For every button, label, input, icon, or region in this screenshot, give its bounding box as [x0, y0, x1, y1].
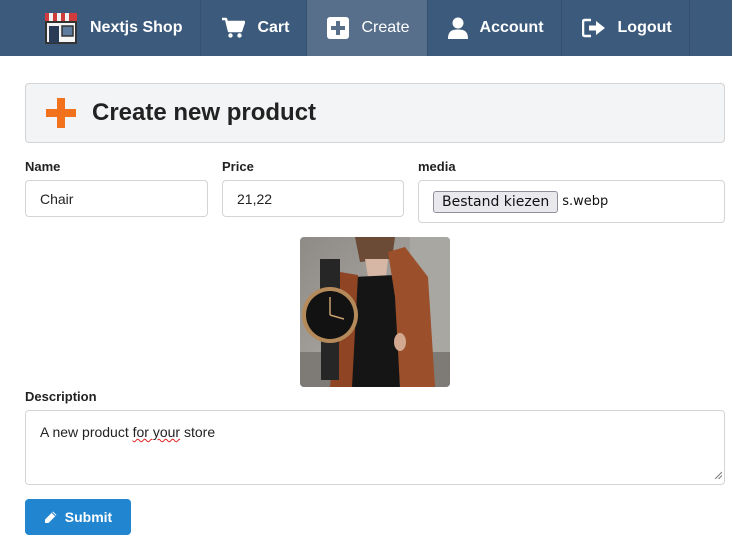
nav-item-cart[interactable]: Cart [201, 0, 308, 56]
top-navbar: Nextjs Shop Cart Create Account Logout [0, 0, 732, 56]
nav-item-label: Create [361, 19, 410, 36]
selected-file-name: s.webp [562, 194, 609, 209]
nav-item-label: Cart [257, 19, 290, 36]
submit-button[interactable]: Submit [25, 499, 131, 535]
description-text: A new product for your store [40, 424, 216, 440]
nav-brand-label: Nextjs Shop [90, 19, 183, 36]
sign-out-icon [581, 18, 606, 38]
nav-brand[interactable]: Nextjs Shop [0, 0, 202, 56]
page-title: Create new product [92, 99, 317, 126]
shop-logo-icon [44, 12, 78, 44]
name-input[interactable]: Chair [25, 180, 208, 217]
plus-square-icon [327, 17, 350, 39]
price-input-value: 21,22 [237, 190, 273, 207]
price-input[interactable]: 21,22 [222, 180, 404, 217]
description-label: Description [25, 389, 97, 404]
media-file-input[interactable]: Bestand kiezen s.webp [418, 180, 725, 223]
name-label: Name [25, 159, 61, 174]
nav-item-label: Account [479, 19, 544, 36]
plus-icon [46, 98, 76, 128]
nav-item-label: Logout [617, 19, 672, 36]
submit-label: Submit [64, 509, 113, 525]
price-label: Price [222, 159, 254, 174]
resize-handle-icon[interactable] [714, 466, 723, 482]
user-icon [447, 17, 468, 39]
product-image-preview [300, 237, 450, 387]
nav-item-logout[interactable]: Logout [562, 0, 690, 56]
media-label: media [418, 159, 456, 174]
description-textarea[interactable]: A new product for your store [25, 410, 725, 485]
page-header: Create new product [25, 83, 725, 143]
nav-item-account[interactable]: Account [428, 0, 562, 56]
cart-icon [221, 17, 246, 39]
pencil-icon [44, 511, 57, 524]
nav-item-create[interactable]: Create [307, 0, 428, 56]
choose-file-button[interactable]: Bestand kiezen [433, 190, 559, 213]
name-input-value: Chair [40, 190, 74, 207]
